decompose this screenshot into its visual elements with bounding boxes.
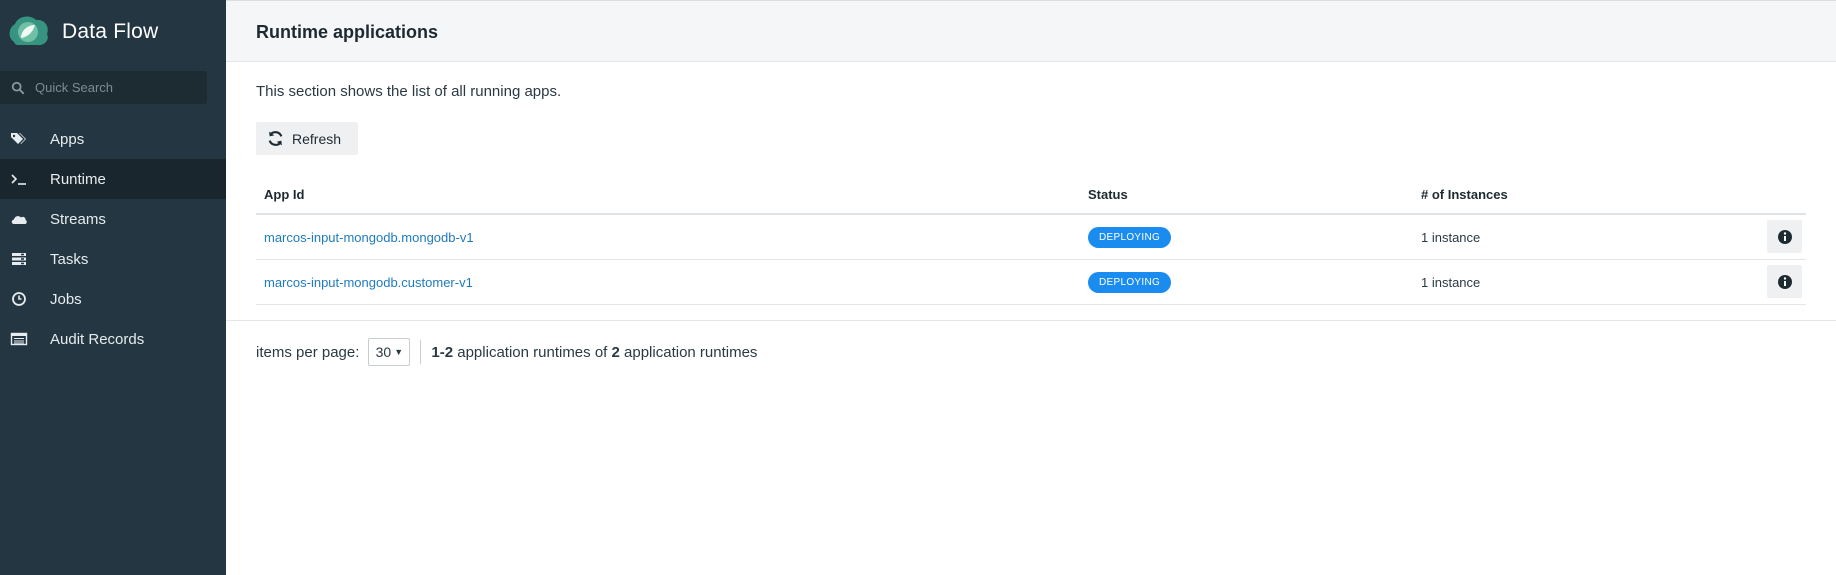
app-id-link[interactable]: marcos-input-mongodb.mongodb-v1 — [264, 230, 474, 245]
sidebar-item-label: Apps — [50, 130, 85, 148]
column-header-app-id: App Id — [264, 187, 305, 202]
instances-count: 1 instance — [1421, 230, 1481, 245]
brand[interactable]: Data Flow — [6, 12, 158, 52]
tasks-icon — [10, 250, 28, 268]
page-size-value: 30 — [375, 344, 392, 360]
cloud-icon — [10, 210, 28, 228]
details-button[interactable] — [1767, 220, 1802, 253]
sidebar-item-tasks[interactable]: Tasks — [0, 239, 226, 279]
pagination-range: 1-2 — [431, 343, 454, 361]
pagination-text-mid: application runtimes of — [457, 343, 608, 361]
status-badge: DEPLOYING — [1088, 272, 1172, 293]
search-icon — [11, 81, 25, 94]
page-header: Runtime applications — [226, 1, 1836, 62]
refresh-label: Refresh — [292, 130, 342, 147]
table-row: marcos-input-mongodb.mongodb-v1 DEPLOYIN… — [256, 215, 1806, 260]
table-row: marcos-input-mongodb.customer-v1 DEPLOYI… — [256, 260, 1806, 305]
app-title: Data Flow — [62, 20, 159, 43]
search-input[interactable] — [33, 79, 207, 96]
details-button[interactable] — [1767, 265, 1802, 298]
page-title: Runtime applications — [256, 22, 439, 42]
sidebar-nav: Apps Runtime Streams Tasks Jobs Audit Re… — [0, 119, 226, 359]
refresh-button[interactable]: Refresh — [256, 122, 358, 155]
sidebar-item-runtime[interactable]: Runtime — [0, 159, 226, 199]
page-size-select[interactable]: 30 ▼ — [368, 338, 411, 366]
status-cell: DEPLOYING — [1088, 227, 1172, 248]
sidebar-item-label: Streams — [50, 210, 106, 228]
sidebar-item-label: Tasks — [50, 250, 89, 268]
clock-icon — [10, 290, 28, 308]
sidebar-item-label: Jobs — [50, 290, 82, 308]
items-per-page-label: items per page: — [256, 343, 360, 361]
refresh-icon — [268, 131, 283, 146]
info-icon — [1777, 274, 1792, 289]
pagination-total: 2 — [611, 343, 620, 361]
terminal-icon — [10, 170, 28, 188]
quick-search[interactable] — [0, 71, 207, 104]
status-cell: DEPLOYING — [1088, 272, 1172, 293]
instances-count: 1 instance — [1421, 275, 1481, 290]
pagination-divider — [226, 320, 1836, 321]
spring-logo-icon — [9, 16, 48, 46]
pagination-text-end: application runtimes — [624, 343, 758, 361]
sidebar-item-jobs[interactable]: Jobs — [0, 279, 226, 319]
table-header: App Id Status # of Instances — [256, 175, 1806, 215]
pagination-separator — [420, 340, 422, 364]
runtime-apps-table: App Id Status # of Instances marcos-inpu… — [256, 175, 1806, 305]
sidebar: Data Flow Apps Runtime Streams — [0, 0, 226, 575]
column-header-status: Status — [1088, 187, 1128, 202]
pagination: items per page: 30 ▼ 1-2 application run… — [256, 337, 757, 367]
status-badge: DEPLOYING — [1088, 227, 1172, 248]
column-header-instances: # of Instances — [1421, 187, 1508, 202]
tags-icon — [10, 130, 28, 148]
pagination-summary: 1-2 application runtimes of 2 applicatio… — [431, 344, 757, 361]
page-description: This section shows the list of all runni… — [256, 83, 562, 100]
app-id-link[interactable]: marcos-input-mongodb.customer-v1 — [264, 275, 473, 290]
sidebar-item-label: Audit Records — [50, 330, 145, 348]
info-icon — [1777, 229, 1792, 244]
sidebar-item-streams[interactable]: Streams — [0, 199, 226, 239]
list-icon — [10, 330, 28, 348]
sidebar-item-apps[interactable]: Apps — [0, 119, 226, 159]
sidebar-item-audit-records[interactable]: Audit Records — [0, 319, 226, 359]
sidebar-item-label: Runtime — [50, 170, 106, 188]
caret-down-icon: ▼ — [394, 347, 404, 357]
